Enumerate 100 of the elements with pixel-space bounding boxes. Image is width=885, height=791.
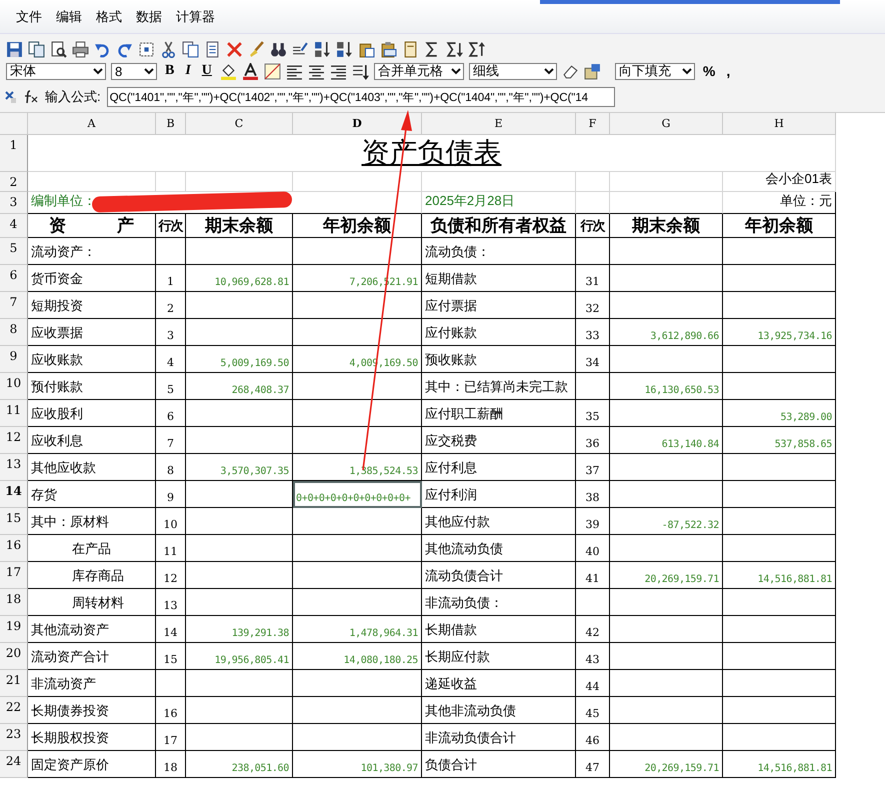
function-icon[interactable] [23, 90, 39, 104]
cut-icon[interactable] [160, 40, 177, 58]
row-header[interactable]: 8 [0, 319, 28, 346]
copy-document-icon[interactable] [28, 40, 45, 58]
table-cell: 应付利息 [422, 454, 576, 481]
properties-icon[interactable] [584, 62, 601, 80]
column-header[interactable]: F [576, 113, 610, 135]
row-header[interactable]: 17 [0, 562, 28, 589]
underline-button[interactable]: U [198, 62, 215, 80]
italic-button[interactable]: I [182, 62, 194, 80]
menu-item[interactable]: 数据 [130, 6, 168, 28]
fill-bucket-icon[interactable] [220, 62, 237, 80]
column-header[interactable]: G [610, 113, 723, 135]
table-cell: 37 [576, 454, 610, 481]
align-left-icon[interactable] [286, 62, 303, 80]
fill-direction-select[interactable]: 向下填充 [614, 62, 695, 80]
paste-icon[interactable] [358, 40, 375, 58]
empty-cell [156, 670, 186, 697]
table-cell: 应付票据 [422, 292, 576, 319]
table-cell: 应收票据 [28, 319, 156, 346]
table-cell: 36 [576, 427, 610, 454]
table-cell: 应付职工薪酬 [422, 400, 576, 427]
save-icon[interactable] [6, 40, 23, 58]
font-select[interactable]: 宋体 [6, 62, 106, 80]
row-header[interactable]: 6 [0, 265, 28, 292]
table-cell: 2 [156, 292, 186, 319]
delete-icon[interactable] [226, 40, 243, 58]
column-title: 年初余额 [293, 214, 422, 238]
sum-sort-down-icon[interactable] [468, 40, 485, 58]
row-header[interactable]: 18 [0, 589, 28, 616]
menu-item[interactable]: 格式 [90, 6, 128, 28]
row-header[interactable]: 4 [0, 214, 28, 238]
row-header[interactable]: 13 [0, 454, 28, 481]
table-cell: 35 [576, 400, 610, 427]
row-header[interactable]: 1 [0, 135, 28, 172]
sort-ascending-icon[interactable] [314, 40, 331, 58]
table-cell: 139,291.38 [186, 616, 293, 643]
row-header[interactable]: 16 [0, 535, 28, 562]
brush-icon[interactable] [248, 40, 265, 58]
table-cell: 18 [156, 751, 186, 778]
comma-button[interactable]: , [723, 62, 734, 80]
row-header[interactable]: 10 [0, 373, 28, 400]
column-header[interactable]: B [156, 113, 186, 135]
row-header[interactable]: 23 [0, 724, 28, 751]
binoculars-icon[interactable] [270, 40, 287, 58]
table-cell: 31 [576, 265, 610, 292]
row-header[interactable]: 20 [0, 643, 28, 670]
row-header[interactable]: 3 [0, 192, 28, 214]
border-icon[interactable] [264, 62, 281, 80]
select-all-icon[interactable] [138, 40, 155, 58]
table-cell: 长期债券投资 [28, 697, 156, 724]
list-document-icon[interactable] [204, 40, 221, 58]
menu-item[interactable]: 计算器 [170, 6, 221, 28]
row-header[interactable]: 15 [0, 508, 28, 535]
print-icon[interactable] [72, 40, 89, 58]
copy-icon[interactable] [182, 40, 199, 58]
table-cell: 537,858.65 [723, 427, 836, 454]
column-header[interactable]: D [293, 113, 422, 135]
row-header[interactable]: 11 [0, 400, 28, 427]
sum-sort-icon[interactable] [446, 40, 463, 58]
sort-descending-icon[interactable] [336, 40, 353, 58]
percent-button[interactable]: % [700, 62, 718, 80]
column-header[interactable]: A [28, 113, 156, 135]
font-color-icon[interactable] [242, 62, 259, 80]
print-preview-icon[interactable] [50, 40, 67, 58]
edit-lines-icon[interactable] [292, 40, 309, 58]
row-header[interactable]: 19 [0, 616, 28, 643]
bold-button[interactable]: B [162, 62, 178, 80]
formula-field[interactable]: QC("1401","","年","")+QC("1402","","年","")+QC("1403","","年","")+QC("1404","","年","")+QC("14 [106, 87, 615, 107]
row-header[interactable]: 24 [0, 751, 28, 778]
table-cell: 13,925,734.16 [723, 319, 836, 346]
font-size-select[interactable]: 8 [111, 62, 157, 80]
document-icon[interactable] [402, 40, 419, 58]
eraser-icon[interactable] [562, 62, 579, 80]
table-cell: -87,522.32 [610, 508, 723, 535]
column-header[interactable]: E [422, 113, 576, 135]
row-header[interactable]: 5 [0, 238, 28, 265]
column-title: 期末余额 [610, 214, 723, 238]
align-center-icon[interactable] [308, 62, 325, 80]
menu-item[interactable]: 文件 [10, 6, 48, 28]
cancel-icon[interactable] [5, 90, 17, 104]
table-cell: 14,516,881.81 [723, 562, 836, 589]
row-header[interactable]: 14 [0, 481, 28, 508]
wrap-text-icon[interactable] [352, 62, 369, 80]
row-header[interactable]: 12 [0, 427, 28, 454]
row-header[interactable]: 7 [0, 292, 28, 319]
table-cell: 非流动负债： [422, 589, 576, 616]
menu-item[interactable]: 编辑 [50, 6, 88, 28]
align-right-icon[interactable] [330, 62, 347, 80]
row-header[interactable]: 2 [0, 172, 28, 192]
row-header[interactable]: 22 [0, 697, 28, 724]
column-header[interactable]: C [186, 113, 293, 135]
column-header[interactable]: H [723, 113, 836, 135]
border-style-select[interactable]: 细线 [468, 62, 557, 80]
paste-special-icon[interactable] [380, 40, 397, 58]
row-header[interactable]: 21 [0, 670, 28, 697]
merge-cells-select[interactable]: 合并单元格 [374, 62, 464, 80]
row-header[interactable]: 9 [0, 346, 28, 373]
table-cell: 32 [576, 292, 610, 319]
table-cell: 库存商品 [28, 562, 156, 589]
